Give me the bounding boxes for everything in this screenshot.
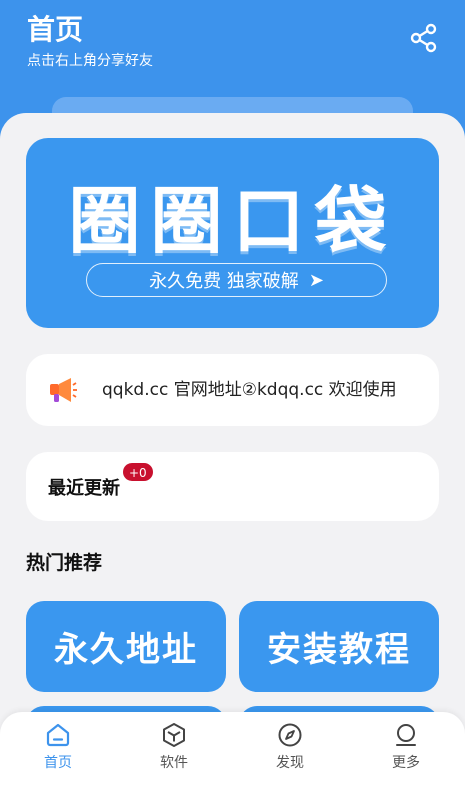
tab-more[interactable]: 更多 [366,722,446,782]
bottom-tab-bar: 首页 软件 发现 更多 [0,712,465,788]
share-icon [410,23,437,53]
recent-updates-card[interactable]: 最近更新 +0 [26,452,439,521]
banner-tagline-pill: 永久免费 独家破解 ➤ [86,263,387,297]
cube-icon [163,723,185,747]
share-button[interactable] [404,20,444,56]
tab-software-label: 软件 [160,755,188,771]
install-tutorial-tile[interactable]: 安装教程 [239,601,439,692]
recent-updates-label: 最近更新 [48,478,120,499]
arrow-icon: ➤ [308,269,324,291]
permanent-address-tile[interactable]: 永久地址 [26,601,226,692]
hot-section-title: 热门推荐 [26,552,103,574]
tab-discover[interactable]: 发现 [250,722,330,782]
update-count-badge: +0 [122,462,154,482]
tab-home[interactable]: 首页 [18,722,98,782]
tab-software[interactable]: 软件 [134,722,214,782]
tab-discover-label: 发现 [276,755,304,771]
home-icon [46,723,70,747]
megaphone-icon [50,378,77,402]
tab-home-label: 首页 [44,755,72,771]
tab-more-label: 更多 [392,755,420,771]
banner-tagline: 永久免费 独家破解 [149,271,299,292]
banner-title: 圈圈口袋 [68,179,397,263]
notice-marquee-text: qqkd.cc 官网地址②kdqq.cc 欢迎使用 [102,380,397,400]
promo-banner[interactable]: 圈圈口袋 永久免费 独家破解 ➤ [26,138,439,328]
compass-icon [278,723,302,747]
notice-bar[interactable]: qqkd.cc 官网地址②kdqq.cc 欢迎使用 [26,354,439,426]
user-icon [396,724,416,746]
page-title: 首页 [27,13,84,46]
page-subtitle: 点击右上角分享好友 [27,53,153,69]
